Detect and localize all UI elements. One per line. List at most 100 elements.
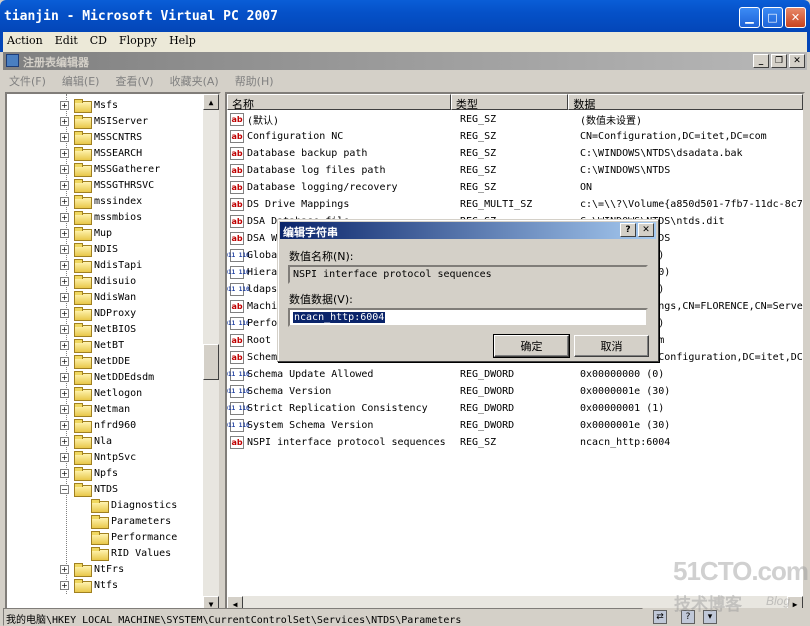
expand-icon[interactable]: + [60, 132, 69, 142]
tree-item[interactable]: + NetDDE [60, 353, 130, 369]
expand-icon[interactable]: + [60, 308, 69, 318]
expand-icon[interactable]: + [60, 196, 69, 206]
ok-button[interactable]: 确定 [493, 334, 570, 358]
tree-item[interactable]: − NTDS [60, 481, 118, 497]
scroll-up-icon[interactable]: ▲ [203, 94, 219, 110]
tree-item[interactable]: + NDIS [60, 241, 118, 257]
minimize-button[interactable]: ▁ [739, 7, 760, 28]
expand-icon[interactable]: + [60, 388, 69, 398]
column-header-name[interactable]: 名称 [227, 94, 451, 111]
tree-item[interactable]: + nfrd960 [60, 417, 136, 433]
tray-menu-icon[interactable]: ▾ [703, 610, 717, 624]
regedit-close-button[interactable]: ✕ [789, 54, 805, 68]
expand-icon[interactable]: + [60, 212, 69, 222]
tree-item-child[interactable]: Diagnostics [91, 497, 177, 513]
network-icon[interactable]: ⇄ [653, 610, 667, 624]
expand-icon[interactable]: + [60, 324, 69, 334]
expand-icon[interactable]: + [60, 564, 69, 574]
tree-item[interactable]: + mssmbios [60, 209, 142, 225]
list-row[interactable]: ab Database log files path REG_SZ C:\WINDOW… [227, 162, 803, 179]
expand-icon[interactable]: + [60, 580, 69, 590]
list-row[interactable]: ab Configuration NC REG_SZ CN=Configuration… [227, 128, 803, 145]
list-row[interactable]: 011 110System Schema Version REG_DWORD 0x0… [227, 417, 803, 434]
expand-icon[interactable]: + [60, 228, 69, 238]
tree-item-child[interactable]: Parameters [91, 513, 171, 529]
expand-icon[interactable]: + [60, 452, 69, 462]
list-row[interactable]: 011 110Strict Replication Consistency REG… [227, 400, 803, 417]
dialog-help-icon[interactable]: ? [620, 223, 636, 237]
cancel-button[interactable]: 取消 [574, 335, 649, 357]
help-icon[interactable]: ? [681, 610, 695, 624]
expand-icon[interactable]: + [60, 116, 69, 126]
close-button[interactable]: ✕ [785, 7, 806, 28]
list-row[interactable]: ab DS Drive Mappings REG_MULTI_SZ c:\=\\?\V… [227, 196, 803, 213]
list-row[interactable]: ab Database logging/recovery REG_SZ ON [227, 179, 803, 196]
registry-tree[interactable]: + Msfs + MSIServer + MSSCNTRS + MSSEARCH + MSSGat… [5, 92, 221, 614]
tree-item[interactable]: + MSSGTHRSVC [60, 177, 154, 193]
collapse-icon[interactable]: − [60, 484, 69, 494]
expand-icon[interactable]: + [60, 468, 69, 478]
tree-item[interactable]: + Netlogon [60, 385, 142, 401]
expand-icon[interactable]: + [60, 180, 69, 190]
expand-icon[interactable]: + [60, 356, 69, 366]
regedit-restore-button[interactable]: ❐ [771, 54, 787, 68]
tree-item[interactable]: + Nla [60, 433, 112, 449]
tree-vertical-scrollbar[interactable]: ▲ ▼ [203, 94, 219, 612]
expand-icon[interactable]: + [60, 372, 69, 382]
tree-item[interactable]: + NetBIOS [60, 321, 136, 337]
tree-item[interactable]: + Msfs [60, 97, 118, 113]
expand-icon[interactable]: + [60, 148, 69, 158]
tree-item[interactable]: + Npfs [60, 465, 118, 481]
tree-item[interactable]: + Ndisuio [60, 273, 136, 289]
tree-item[interactable]: + Ntfs [60, 577, 118, 593]
regedit-menu-view[interactable]: 查看(V) [115, 73, 153, 90]
list-row[interactable]: ab Database backup path REG_SZ C:\WINDOWS\N… [227, 145, 803, 162]
tree-item[interactable]: + NdisWan [60, 289, 136, 305]
value-data-input[interactable]: ncacn_http:6004 [288, 308, 648, 327]
tree-scroll-thumb[interactable] [203, 344, 219, 380]
regedit-menu-help[interactable]: 帮助(H) [235, 73, 274, 90]
expand-icon[interactable]: + [60, 276, 69, 286]
tree-item[interactable]: + MSIServer [60, 113, 148, 129]
vpc-menu-edit[interactable]: Edit [55, 34, 78, 52]
tree-item[interactable]: + Mup [60, 225, 112, 241]
expand-icon[interactable]: + [60, 292, 69, 302]
expand-icon[interactable]: + [60, 244, 69, 254]
tree-item[interactable]: + MSSCNTRS [60, 129, 142, 145]
tree-item[interactable]: + mssindex [60, 193, 142, 209]
tree-item[interactable]: + NetDDEdsdm [60, 369, 154, 385]
regedit-menu-favorites[interactable]: 收藏夹(A) [170, 73, 219, 90]
tree-item[interactable]: + NntpSvc [60, 449, 136, 465]
tree-item[interactable]: + MSSGatherer [60, 161, 160, 177]
expand-icon[interactable]: + [60, 404, 69, 414]
tree-item[interactable]: + NDProxy [60, 305, 136, 321]
vpc-menu-help[interactable]: Help [169, 34, 196, 52]
list-row[interactable]: ab NSPI interface protocol sequences REG_S… [227, 434, 803, 451]
expand-icon[interactable]: + [60, 420, 69, 430]
tree-item[interactable]: + NetBT [60, 337, 124, 353]
dialog-close-icon[interactable]: ✕ [638, 223, 654, 237]
vpc-menu-cd[interactable]: CD [90, 34, 107, 52]
tree-item[interactable]: + NtFrs [60, 561, 124, 577]
tree-item[interactable]: + MSSEARCH [60, 145, 142, 161]
column-header-type[interactable]: 类型 [450, 94, 569, 111]
regedit-menu-file[interactable]: 文件(F) [9, 73, 46, 90]
list-row[interactable]: ab (默认) REG_SZ (数值未设置) [227, 111, 803, 128]
vpc-menu-floppy[interactable]: Floppy [119, 34, 157, 52]
expand-icon[interactable]: + [60, 100, 69, 110]
column-header-data[interactable]: 数据 [568, 94, 803, 111]
regedit-menu-edit[interactable]: 编辑(E) [62, 73, 100, 90]
expand-icon[interactable]: + [60, 164, 69, 174]
tree-item[interactable]: + Netman [60, 401, 130, 417]
regedit-minimize-button[interactable]: _ [753, 54, 769, 68]
expand-icon[interactable]: + [60, 260, 69, 270]
tree-item-child[interactable]: RID Values [91, 545, 171, 561]
tree-item[interactable]: + NdisTapi [60, 257, 142, 273]
expand-icon[interactable]: + [60, 340, 69, 350]
tree-item-child[interactable]: Performance [91, 529, 177, 545]
expand-icon[interactable]: + [60, 436, 69, 446]
maximize-button[interactable]: □ [762, 7, 783, 28]
list-row[interactable]: 011 110Schema Version REG_DWORD 0x0000001e… [227, 383, 803, 400]
vpc-menu-action[interactable]: Action [7, 34, 43, 52]
list-row[interactable]: 011 110Schema Update Allowed REG_DWORD 0x0… [227, 366, 803, 383]
